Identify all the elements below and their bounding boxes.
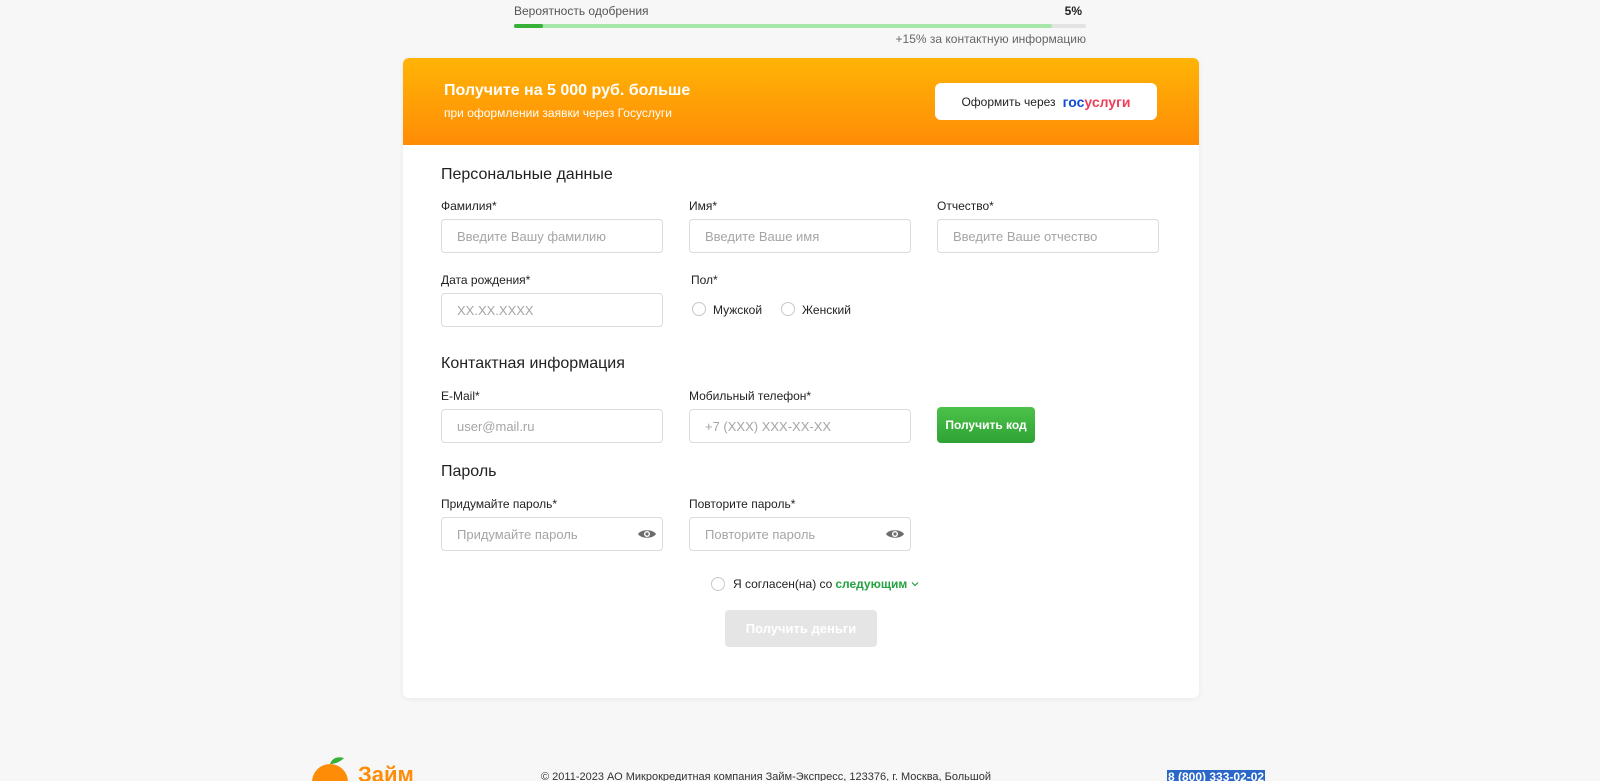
progress-track — [514, 24, 1086, 28]
patronymic-input[interactable] — [937, 219, 1159, 253]
phone-input[interactable] — [689, 409, 911, 443]
banner-subtitle: при оформлении заявки через Госуслуги — [444, 106, 672, 120]
footer-logo-text: Займ — [358, 762, 414, 781]
repeat-password-label: Повторите пароль* — [689, 497, 796, 511]
gosuslugi-button[interactable]: Оформить через госуслуги — [935, 83, 1157, 120]
gender-label: Пол* — [691, 273, 718, 287]
gender-female-label[interactable]: Женский — [802, 303, 851, 317]
repeat-password-input[interactable] — [689, 517, 911, 551]
show-repeat-password-eye-icon[interactable] — [885, 528, 905, 540]
gosuslugi-logo-part2: услуги — [1084, 93, 1131, 110]
agreement-link[interactable]: следующим — [835, 577, 907, 591]
orange-logo-icon — [312, 757, 348, 781]
progress-label: Вероятность одобрения — [514, 4, 649, 18]
gender-male-radio[interactable] — [692, 302, 706, 316]
birthdate-input[interactable] — [441, 293, 663, 327]
surname-input[interactable] — [441, 219, 663, 253]
gosuslugi-banner: Получите на 5 000 руб. больше при оформл… — [403, 58, 1199, 145]
agreement-text: Я согласен(на) со — [733, 577, 833, 591]
email-input[interactable] — [441, 409, 663, 443]
phone-label: Мобильный телефон* — [689, 389, 812, 403]
personal-data-title: Персональные данные — [441, 166, 613, 183]
progress-fill-bar — [514, 24, 543, 28]
birthdate-label: Дата рождения* — [441, 273, 531, 287]
banner-title: Получите на 5 000 руб. больше — [444, 82, 691, 99]
gosuslugi-button-label: Оформить через — [961, 94, 1056, 109]
name-input[interactable] — [689, 219, 911, 253]
progress-hint: +15% за контактную информацию — [895, 32, 1086, 46]
agreement-row: Я согласен(на) со следующим — [711, 577, 919, 591]
agreement-checkbox[interactable] — [711, 577, 725, 591]
password-input[interactable] — [441, 517, 663, 551]
gender-male-label[interactable]: Мужской — [713, 303, 762, 317]
footer-phone[interactable]: 8 (800) 333-02-02 — [1167, 770, 1266, 781]
name-label: Имя* — [689, 199, 718, 213]
password-title: Пароль — [441, 463, 497, 480]
progress-percent: 5% — [1064, 4, 1082, 18]
contact-info-title: Контактная информация — [441, 355, 625, 372]
footer-logo[interactable]: Займ — [310, 756, 414, 781]
get-code-button[interactable]: Получить код — [937, 407, 1035, 443]
surname-label: Фамилия* — [441, 199, 497, 213]
gosuslugi-logo-part1: гос — [1062, 93, 1085, 110]
email-label: E-Mail* — [441, 389, 480, 403]
chevron-down-icon[interactable] — [911, 580, 919, 588]
patronymic-label: Отчество* — [937, 199, 994, 213]
gender-female-radio[interactable] — [781, 302, 795, 316]
progress-potential-bar — [514, 24, 1052, 28]
gosuslugi-logo: госуслуги — [1063, 94, 1131, 110]
show-password-eye-icon[interactable] — [637, 528, 657, 540]
get-money-button[interactable]: Получить деньги — [725, 610, 877, 647]
approval-progress: Вероятность одобрения 5% +15% за контакт… — [514, 4, 1086, 46]
footer-copyright: © 2011-2023 АО Микрокредитная компания З… — [541, 771, 991, 781]
application-form-card: Получите на 5 000 руб. больше при оформл… — [403, 58, 1199, 698]
password-label: Придумайте пароль* — [441, 497, 558, 511]
